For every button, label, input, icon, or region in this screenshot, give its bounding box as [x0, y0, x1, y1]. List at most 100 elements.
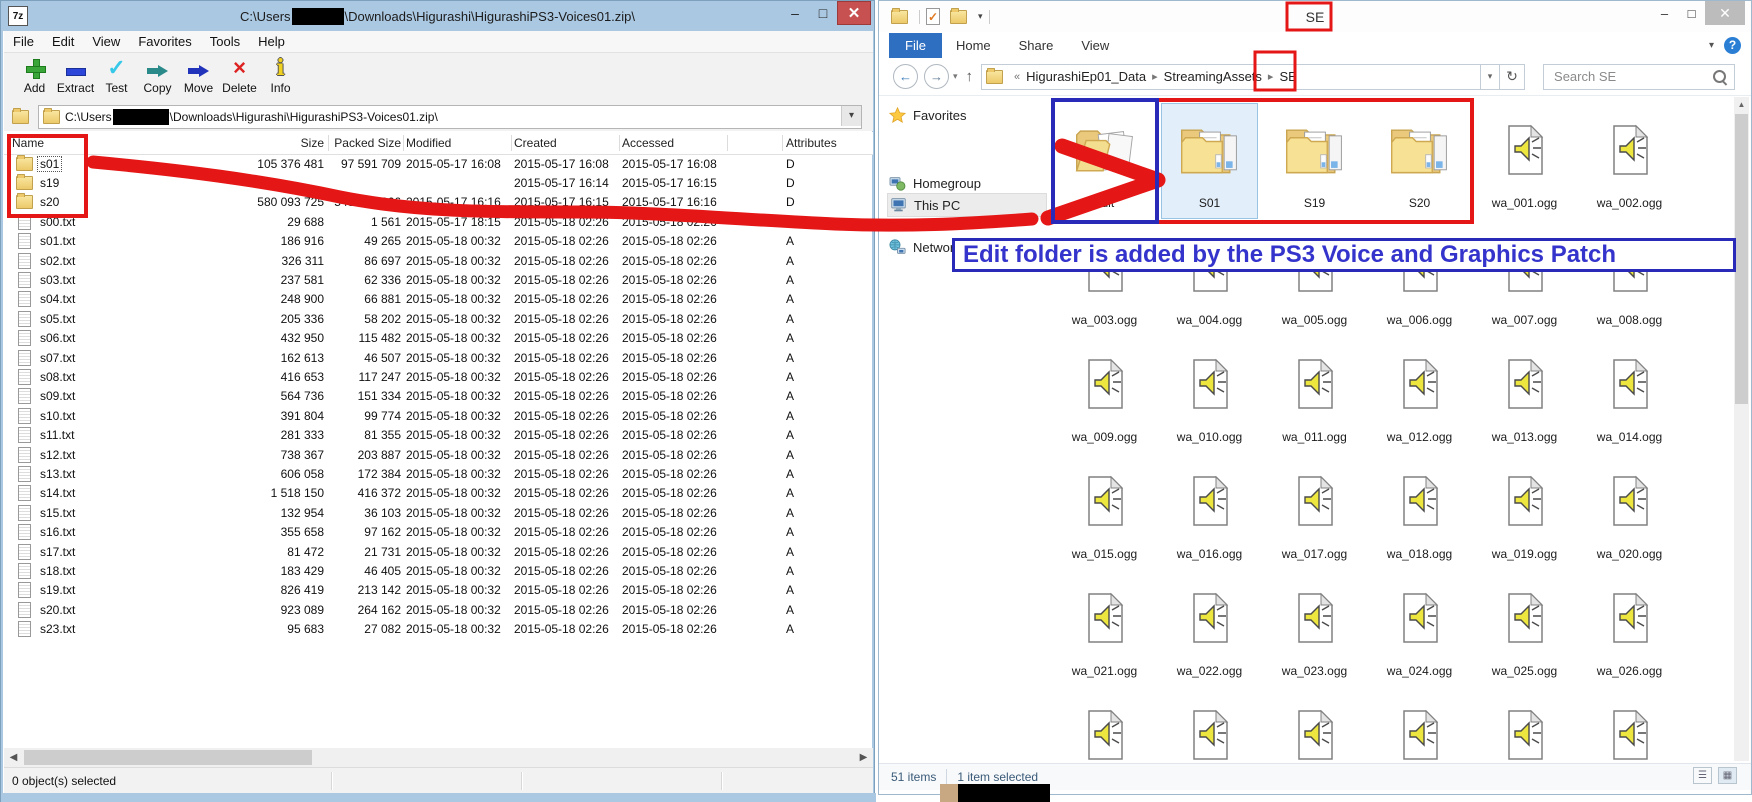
tab-share[interactable]: Share	[1005, 34, 1068, 57]
file-tile[interactable]: wa_013.ogg	[1477, 338, 1572, 452]
table-row[interactable]: s00.txt 29 688 1 561 2015-05-17 18:15 20…	[4, 212, 873, 231]
table-row[interactable]: s19 2015-05-17 16:14 2015-05-17 16:15 D	[4, 173, 873, 192]
file-tile[interactable]: wa_016.ogg	[1162, 455, 1257, 569]
maximize-button[interactable]: □	[809, 1, 837, 25]
minimize-button[interactable]: –	[781, 1, 809, 25]
table-row[interactable]: s20.txt 923 089 264 162 2015-05-18 00:32…	[4, 600, 873, 619]
file-tile[interactable]: wa_002.ogg	[1582, 104, 1677, 218]
file-tile[interactable]: wa_019.ogg	[1477, 455, 1572, 569]
refresh-icon[interactable]: ↻	[1500, 64, 1525, 90]
horizontal-scrollbar[interactable]: ◀ ▶	[4, 748, 873, 767]
file-tile[interactable]: wa_025.ogg	[1477, 572, 1572, 686]
column-header-name[interactable]: Name	[12, 132, 202, 154]
file-tile[interactable]: wa_026.ogg	[1582, 572, 1677, 686]
table-row[interactable]: s01 105 376 481 97 591 709 2015-05-17 16…	[4, 154, 873, 173]
file-tile[interactable]: wa_024.ogg	[1372, 572, 1467, 686]
breadcrumb-item[interactable]: StreamingAssets	[1164, 69, 1262, 84]
move-button[interactable]: Move	[178, 55, 219, 101]
table-row[interactable]: s07.txt 162 613 46 507 2015-05-18 00:32 …	[4, 348, 873, 367]
close-button[interactable]: ✕	[1705, 1, 1745, 25]
table-row[interactable]: s06.txt 432 950 115 482 2015-05-18 00:32…	[4, 329, 873, 348]
forward-button[interactable]: →	[924, 64, 949, 89]
explorer-titlebar[interactable]: ▾ SE – □ ✕	[879, 1, 1751, 32]
table-row[interactable]: s09.txt 564 736 151 334 2015-05-18 00:32…	[4, 387, 873, 406]
breadcrumb-item[interactable]: HigurashiEp01_Data	[1026, 69, 1146, 84]
vertical-scrollbar[interactable]: ▲	[1734, 97, 1749, 761]
menu-help[interactable]: Help	[249, 34, 294, 49]
file-tile[interactable]: wa_020.ogg	[1582, 455, 1677, 569]
minimize-button[interactable]: –	[1651, 1, 1678, 25]
copy-button[interactable]: Copy	[137, 55, 178, 101]
back-button[interactable]: ←	[893, 64, 918, 89]
breadcrumb-item-current[interactable]: SE	[1279, 69, 1296, 84]
ribbon-expand-icon[interactable]: ▾	[1709, 40, 1714, 51]
info-button[interactable]: i Info	[260, 55, 301, 101]
column-header-modified[interactable]: Modified	[406, 132, 510, 154]
address-combobox[interactable]: C:\Users\Downloads\Higurashi\HigurashiPS…	[38, 105, 862, 129]
file-tile[interactable]: wa_012.ogg	[1372, 338, 1467, 452]
table-row[interactable]: s18.txt 183 429 46 405 2015-05-18 00:32 …	[4, 561, 873, 580]
tab-home[interactable]: Home	[942, 34, 1005, 57]
new-folder-icon[interactable]	[950, 10, 967, 24]
table-row[interactable]: s03.txt 237 581 62 336 2015-05-18 00:32 …	[4, 270, 873, 289]
column-header-created[interactable]: Created	[514, 132, 618, 154]
add-button[interactable]: Add	[14, 55, 55, 101]
file-tile[interactable]: wa_010.ogg	[1162, 338, 1257, 452]
file-tile[interactable]: wa_018.ogg	[1372, 455, 1467, 569]
menu-edit[interactable]: Edit	[43, 34, 83, 49]
scroll-left-icon[interactable]: ◀	[4, 748, 23, 767]
search-box[interactable]	[1543, 64, 1735, 90]
file-tile[interactable]: wa_014.ogg	[1582, 338, 1677, 452]
column-header-accessed[interactable]: Accessed	[622, 132, 726, 154]
file-tile[interactable]: wa_022.ogg	[1162, 572, 1257, 686]
scrollbar-thumb[interactable]	[24, 750, 312, 765]
table-row[interactable]: s15.txt 132 954 36 103 2015-05-18 00:32 …	[4, 503, 873, 522]
tab-view[interactable]: View	[1067, 34, 1123, 57]
test-button[interactable]: ✓ Test	[96, 55, 137, 101]
search-input[interactable]	[1552, 68, 1716, 85]
qat-dropdown-icon[interactable]: ▾	[978, 11, 983, 22]
scroll-up-icon[interactable]: ▲	[1734, 97, 1749, 112]
up-folder-icon[interactable]	[8, 107, 34, 127]
maximize-button[interactable]: □	[1678, 1, 1705, 25]
menu-file[interactable]: File	[4, 34, 43, 49]
table-row[interactable]: s14.txt 1 518 150 416 372 2015-05-18 00:…	[4, 484, 873, 503]
thumbnail-view-icon[interactable]: ▦	[1718, 767, 1737, 784]
address-dropdown-icon[interactable]: ▾	[1481, 64, 1500, 90]
7zip-titlebar[interactable]: 7z C:\Users\Downloads\Higurashi\Higurash…	[1, 1, 874, 31]
table-row[interactable]: s19.txt 826 419 213 142 2015-05-18 00:32…	[4, 581, 873, 600]
combobox-dropdown-icon[interactable]: ▾	[841, 106, 861, 126]
file-tile[interactable]: S19	[1267, 104, 1362, 218]
properties-icon[interactable]	[926, 8, 940, 25]
file-tile[interactable]: wa_011.ogg	[1267, 338, 1362, 452]
help-icon[interactable]: ?	[1724, 37, 1741, 54]
sidebar-item-this-pc[interactable]: This PC	[887, 193, 1047, 217]
table-row[interactable]: s13.txt 606 058 172 384 2015-05-18 00:32…	[4, 464, 873, 483]
file-tile[interactable]: edit	[1057, 104, 1152, 218]
column-header-packed-size[interactable]: Packed Size	[284, 132, 401, 154]
breadcrumb-root-icon[interactable]: «	[1014, 71, 1020, 83]
table-row[interactable]: s17.txt 81 472 21 731 2015-05-18 00:32 2…	[4, 542, 873, 561]
menu-view[interactable]: View	[83, 34, 129, 49]
table-row[interactable]: s02.txt 326 311 86 697 2015-05-18 00:32 …	[4, 251, 873, 270]
table-row[interactable]: s04.txt 248 900 66 881 2015-05-18 00:32 …	[4, 290, 873, 309]
table-row[interactable]: s23.txt 95 683 27 082 2015-05-18 00:32 2…	[4, 619, 873, 638]
up-button[interactable]: ↑	[966, 68, 974, 85]
file-tile[interactable]: wa_009.ogg	[1057, 338, 1152, 452]
table-row[interactable]: s08.txt 416 653 117 247 2015-05-18 00:32…	[4, 367, 873, 386]
menu-favorites[interactable]: Favorites	[129, 34, 200, 49]
delete-button[interactable]: × Delete	[219, 55, 260, 101]
file-tile[interactable]: wa_015.ogg	[1057, 455, 1152, 569]
column-header-attributes[interactable]: Attributes	[786, 132, 856, 154]
breadcrumb[interactable]: « HigurashiEp01_Data ▸ StreamingAssets ▸…	[981, 64, 1481, 90]
file-tile[interactable]: S20	[1372, 104, 1467, 218]
sidebar-item-favorites[interactable]: Favorites	[887, 103, 1047, 127]
table-row[interactable]: s12.txt 738 367 203 887 2015-05-18 00:32…	[4, 445, 873, 464]
table-row[interactable]: s11.txt 281 333 81 355 2015-05-18 00:32 …	[4, 425, 873, 444]
table-row[interactable]: s20 580 093 725 543 383 966 2015-05-17 1…	[4, 193, 873, 212]
file-tile[interactable]: wa_001.ogg	[1477, 104, 1572, 218]
tab-file[interactable]: File	[889, 33, 942, 58]
menu-tools[interactable]: Tools	[201, 34, 249, 49]
file-tile[interactable]: wa_021.ogg	[1057, 572, 1152, 686]
scroll-right-icon[interactable]: ▶	[854, 748, 873, 767]
